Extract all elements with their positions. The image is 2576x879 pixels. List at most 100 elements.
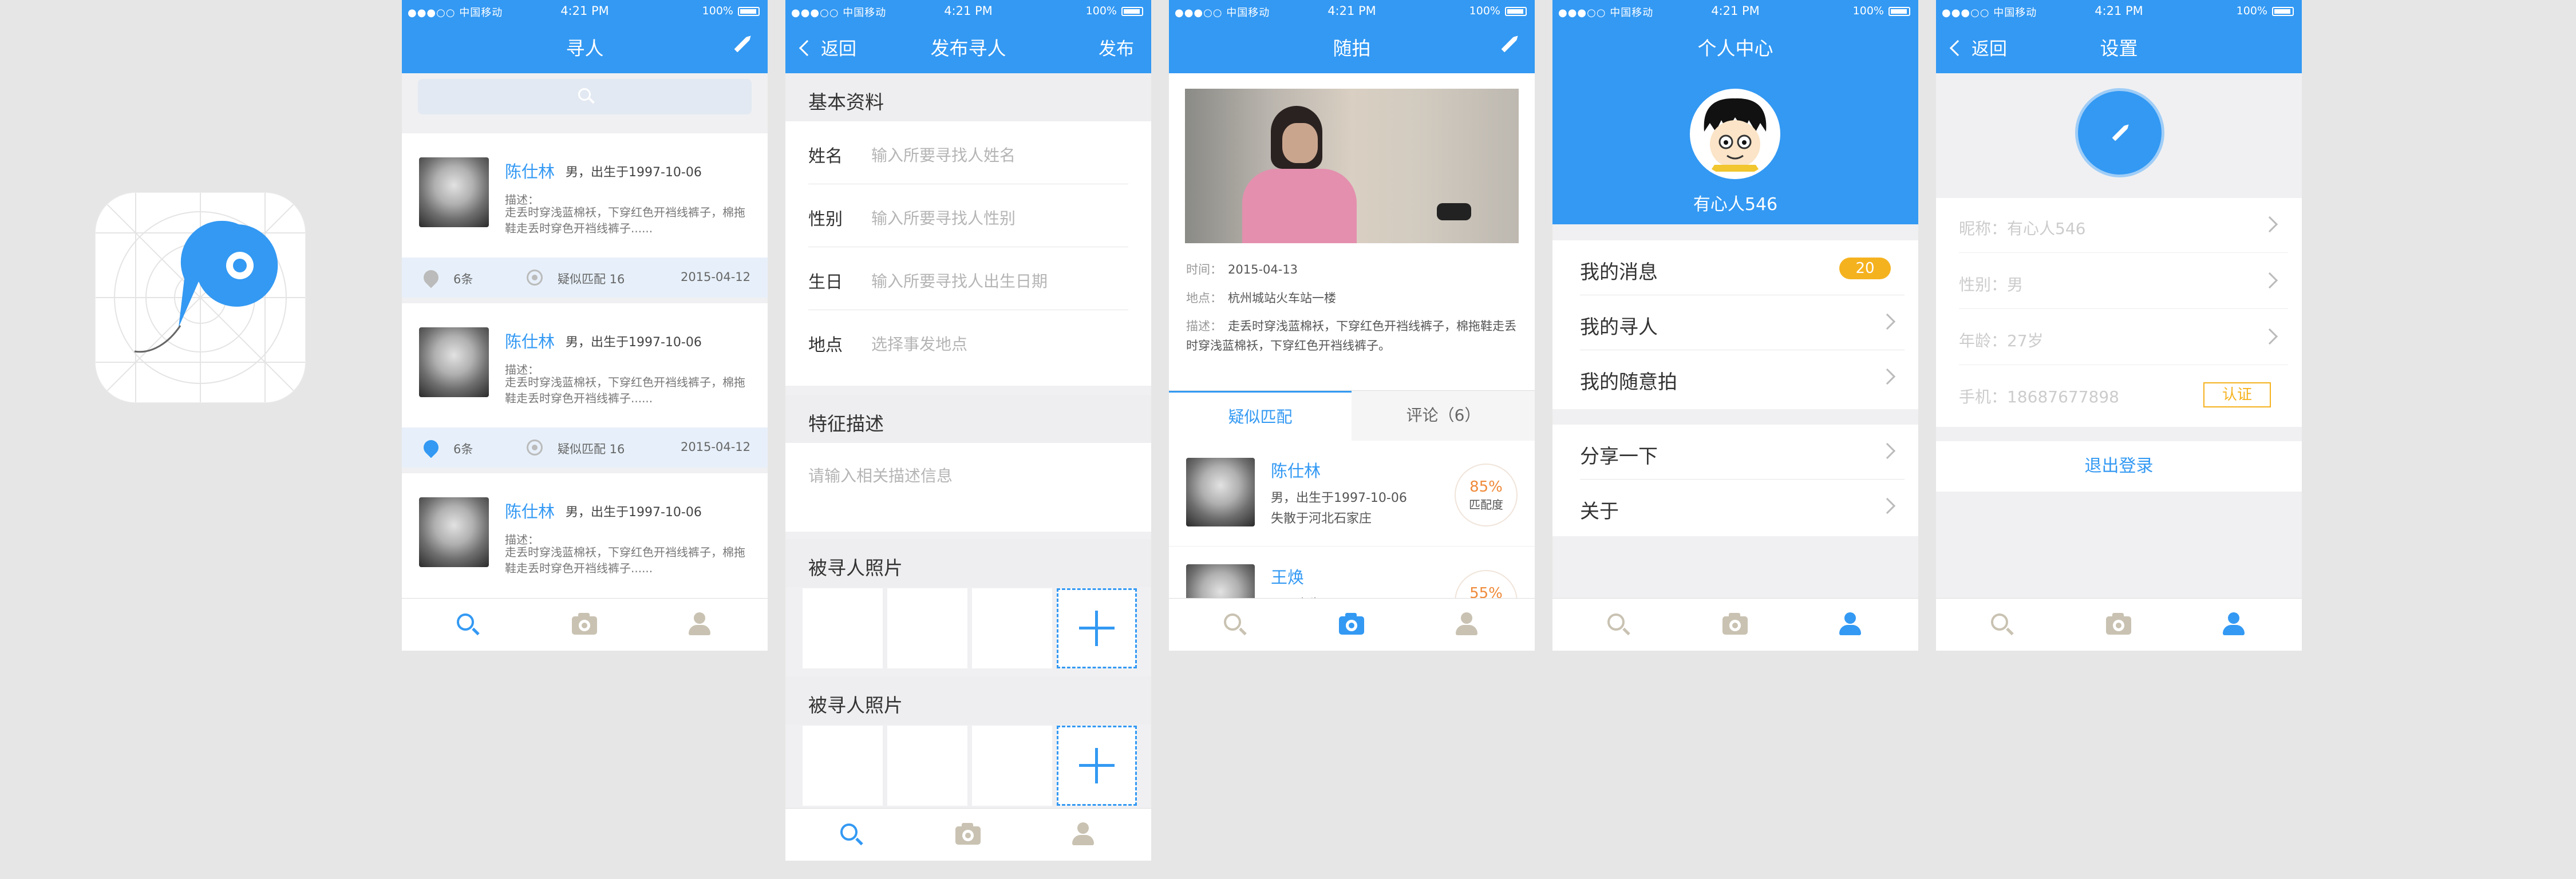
- user-icon[interactable]: [1069, 821, 1096, 848]
- name-field[interactable]: 姓名 输入所要寻找人姓名: [808, 121, 1128, 184]
- tab-match[interactable]: 疑似匹配: [1169, 391, 1352, 441]
- field-placeholder[interactable]: 输入所要寻找人出生日期: [871, 269, 1048, 292]
- menu-item-about[interactable]: 关于: [1580, 480, 1905, 534]
- camera-icon[interactable]: [1721, 611, 1748, 638]
- target-icon: [527, 270, 543, 286]
- snapshot-photo[interactable]: [1185, 89, 1519, 243]
- avatar[interactable]: [1690, 89, 1780, 179]
- age-row[interactable]: 年龄：27岁: [1959, 310, 2288, 365]
- menu-label: 我的寻人: [1580, 316, 1658, 339]
- photo-slot[interactable]: [803, 726, 883, 806]
- field-placeholder[interactable]: 选择事发地点: [871, 332, 967, 355]
- battery-level: 100%: [1469, 5, 1500, 17]
- nickname-row[interactable]: 昵称：有心人546: [1959, 198, 2288, 253]
- menu-item-share[interactable]: 分享一下: [1580, 425, 1905, 480]
- tab-comments[interactable]: 评论（6）: [1352, 391, 1535, 441]
- field-label: 性别: [808, 209, 843, 229]
- section-title: 特征描述: [808, 413, 884, 435]
- battery-icon: [2272, 7, 2294, 16]
- status-bar: ●●●○○ 中国移动 4:21 PM 100%: [785, 0, 1151, 23]
- card-footer: 6条 疑似匹配 16 2015-04-12: [402, 427, 768, 468]
- field-placeholder[interactable]: 输入所要寻找人性别: [871, 206, 1016, 229]
- card-footer: 6条 疑似匹配 16 2015-04-12: [402, 258, 768, 298]
- camera-icon[interactable]: [1338, 611, 1364, 638]
- photo-slot[interactable]: [887, 726, 967, 806]
- match-row[interactable]: 陈仕林 男，出生于1997-10-06 失散于河北石家庄 85% 匹配度: [1169, 441, 1535, 547]
- feature-textarea[interactable]: 请输入相关描述信息: [785, 443, 1151, 532]
- person-meta: 男，出生于1997-10-06: [1271, 491, 1407, 505]
- verify-button[interactable]: 认证: [2203, 382, 2271, 407]
- settings-list: 昵称：有心人546 性别：男 年龄：27岁 手机：18687677898 认证: [1936, 198, 2302, 427]
- comment-pin-icon: [420, 267, 442, 288]
- search-icon[interactable]: [455, 611, 481, 638]
- location-field[interactable]: 地点 选择事发地点: [808, 310, 1128, 373]
- child-photo: [419, 327, 489, 397]
- user-icon[interactable]: [2220, 611, 2246, 638]
- search-icon: [578, 88, 595, 104]
- child-photo: [419, 497, 489, 567]
- person-name[interactable]: 陈仕林: [1271, 458, 1321, 482]
- menu-item-my-search[interactable]: 我的寻人: [1580, 295, 1905, 350]
- avatar-area: [1936, 73, 2302, 198]
- match-count[interactable]: 疑似匹配 16: [558, 270, 625, 287]
- textarea-placeholder: 请输入相关描述信息: [808, 466, 953, 485]
- person-name[interactable]: 陈仕林: [505, 328, 555, 353]
- publish-button[interactable]: 发布: [1099, 34, 1134, 60]
- photo-slot[interactable]: [972, 588, 1052, 668]
- edit-avatar-button[interactable]: [2075, 88, 2164, 177]
- screen-settings: 返回 设置 ●●●○○ 中国移动 4:21 PM 100% 昵称：有心人546 …: [1936, 0, 2302, 651]
- post-date: 2015-04-12: [680, 440, 750, 454]
- photo-slot[interactable]: [887, 588, 967, 668]
- battery-level: 100%: [1085, 5, 1117, 17]
- phone-row: 手机：18687677898 认证: [1959, 366, 2288, 421]
- list-item[interactable]: 陈仕林 男，出生于1997-10-06 描述： 走丢时穿浅蓝棉袄，下穿红色开裆线…: [402, 473, 768, 602]
- gender-row[interactable]: 性别：男: [1959, 254, 2288, 309]
- birthday-field[interactable]: 生日 输入所要寻找人出生日期: [808, 247, 1128, 310]
- info-desc: 描述： 走丢时穿浅蓝棉袄，下穿红色开裆线裤子，棉拖鞋走丢时穿浅蓝棉袄，下穿红色开裆…: [1186, 316, 1524, 355]
- menu-list-1: 我的消息 20 我的寻人 我的随意拍: [1552, 240, 1918, 409]
- edit-button[interactable]: [733, 34, 750, 55]
- logout-button[interactable]: 退出登录: [1936, 441, 2302, 492]
- person-name[interactable]: 陈仕林: [505, 498, 555, 522]
- section-photos-2: 被寻人照片: [785, 676, 1151, 724]
- edit-button[interactable]: [1500, 34, 1518, 55]
- add-photo-button[interactable]: [1057, 726, 1137, 806]
- pencil-icon: [1501, 37, 1517, 53]
- screen-snapshot: 随拍 ●●●○○ 中国移动 4:21 PM 100% 时间： 2015-04-13…: [1169, 0, 1535, 651]
- search-input[interactable]: [418, 79, 752, 114]
- target-icon: [527, 440, 543, 456]
- photo-slot[interactable]: [972, 726, 1052, 806]
- add-photo-button[interactable]: [1057, 588, 1137, 668]
- label: 地点：: [1186, 291, 1222, 305]
- search-icon[interactable]: [1222, 611, 1248, 638]
- match-count[interactable]: 疑似匹配 16: [558, 440, 625, 457]
- field-placeholder[interactable]: 输入所要寻找人姓名: [871, 143, 1016, 166]
- user-icon[interactable]: [1836, 611, 1863, 638]
- person-name[interactable]: 王焕: [1271, 564, 1304, 588]
- pencil-icon: [2112, 125, 2128, 141]
- gender-field[interactable]: 性别 输入所要寻找人性别: [808, 184, 1128, 247]
- section-basic: 基本资料: [785, 73, 1151, 121]
- camera-icon[interactable]: [954, 821, 981, 848]
- page-title: 随拍: [1333, 37, 1371, 60]
- search-icon[interactable]: [1605, 611, 1631, 638]
- user-icon[interactable]: [686, 611, 712, 638]
- battery-level: 100%: [702, 5, 733, 17]
- app-icon: [96, 193, 305, 402]
- user-icon[interactable]: [1453, 611, 1479, 638]
- list-item[interactable]: 陈仕林 男，出生于1997-10-06 描述： 走丢时穿浅蓝棉袄，下穿红色开裆线…: [402, 133, 768, 262]
- search-icon[interactable]: [1989, 611, 2015, 638]
- camera-icon[interactable]: [2105, 611, 2131, 638]
- search-icon[interactable]: [838, 821, 864, 848]
- menu-item-my-snapshots[interactable]: 我的随意拍: [1580, 350, 1905, 405]
- clue-count: 6条: [453, 272, 473, 286]
- battery-level: 100%: [1852, 5, 1884, 17]
- list-item[interactable]: 陈仕林 男，出生于1997-10-06 描述： 走丢时穿浅蓝棉袄，下穿红色开裆线…: [402, 303, 768, 432]
- camera-icon[interactable]: [571, 611, 597, 638]
- desc-text: 走丢时穿浅蓝棉袄，下穿红色开裆线裤子，棉拖鞋走丢时穿色开裆线裤子......: [505, 545, 745, 575]
- person-name[interactable]: 陈仕林: [505, 159, 555, 183]
- unread-badge: 20: [1839, 258, 1891, 279]
- menu-item-messages[interactable]: 我的消息 20: [1580, 240, 1905, 295]
- photo-slot[interactable]: [803, 588, 883, 668]
- lost-place: 失散于河北石家庄: [1271, 512, 1372, 526]
